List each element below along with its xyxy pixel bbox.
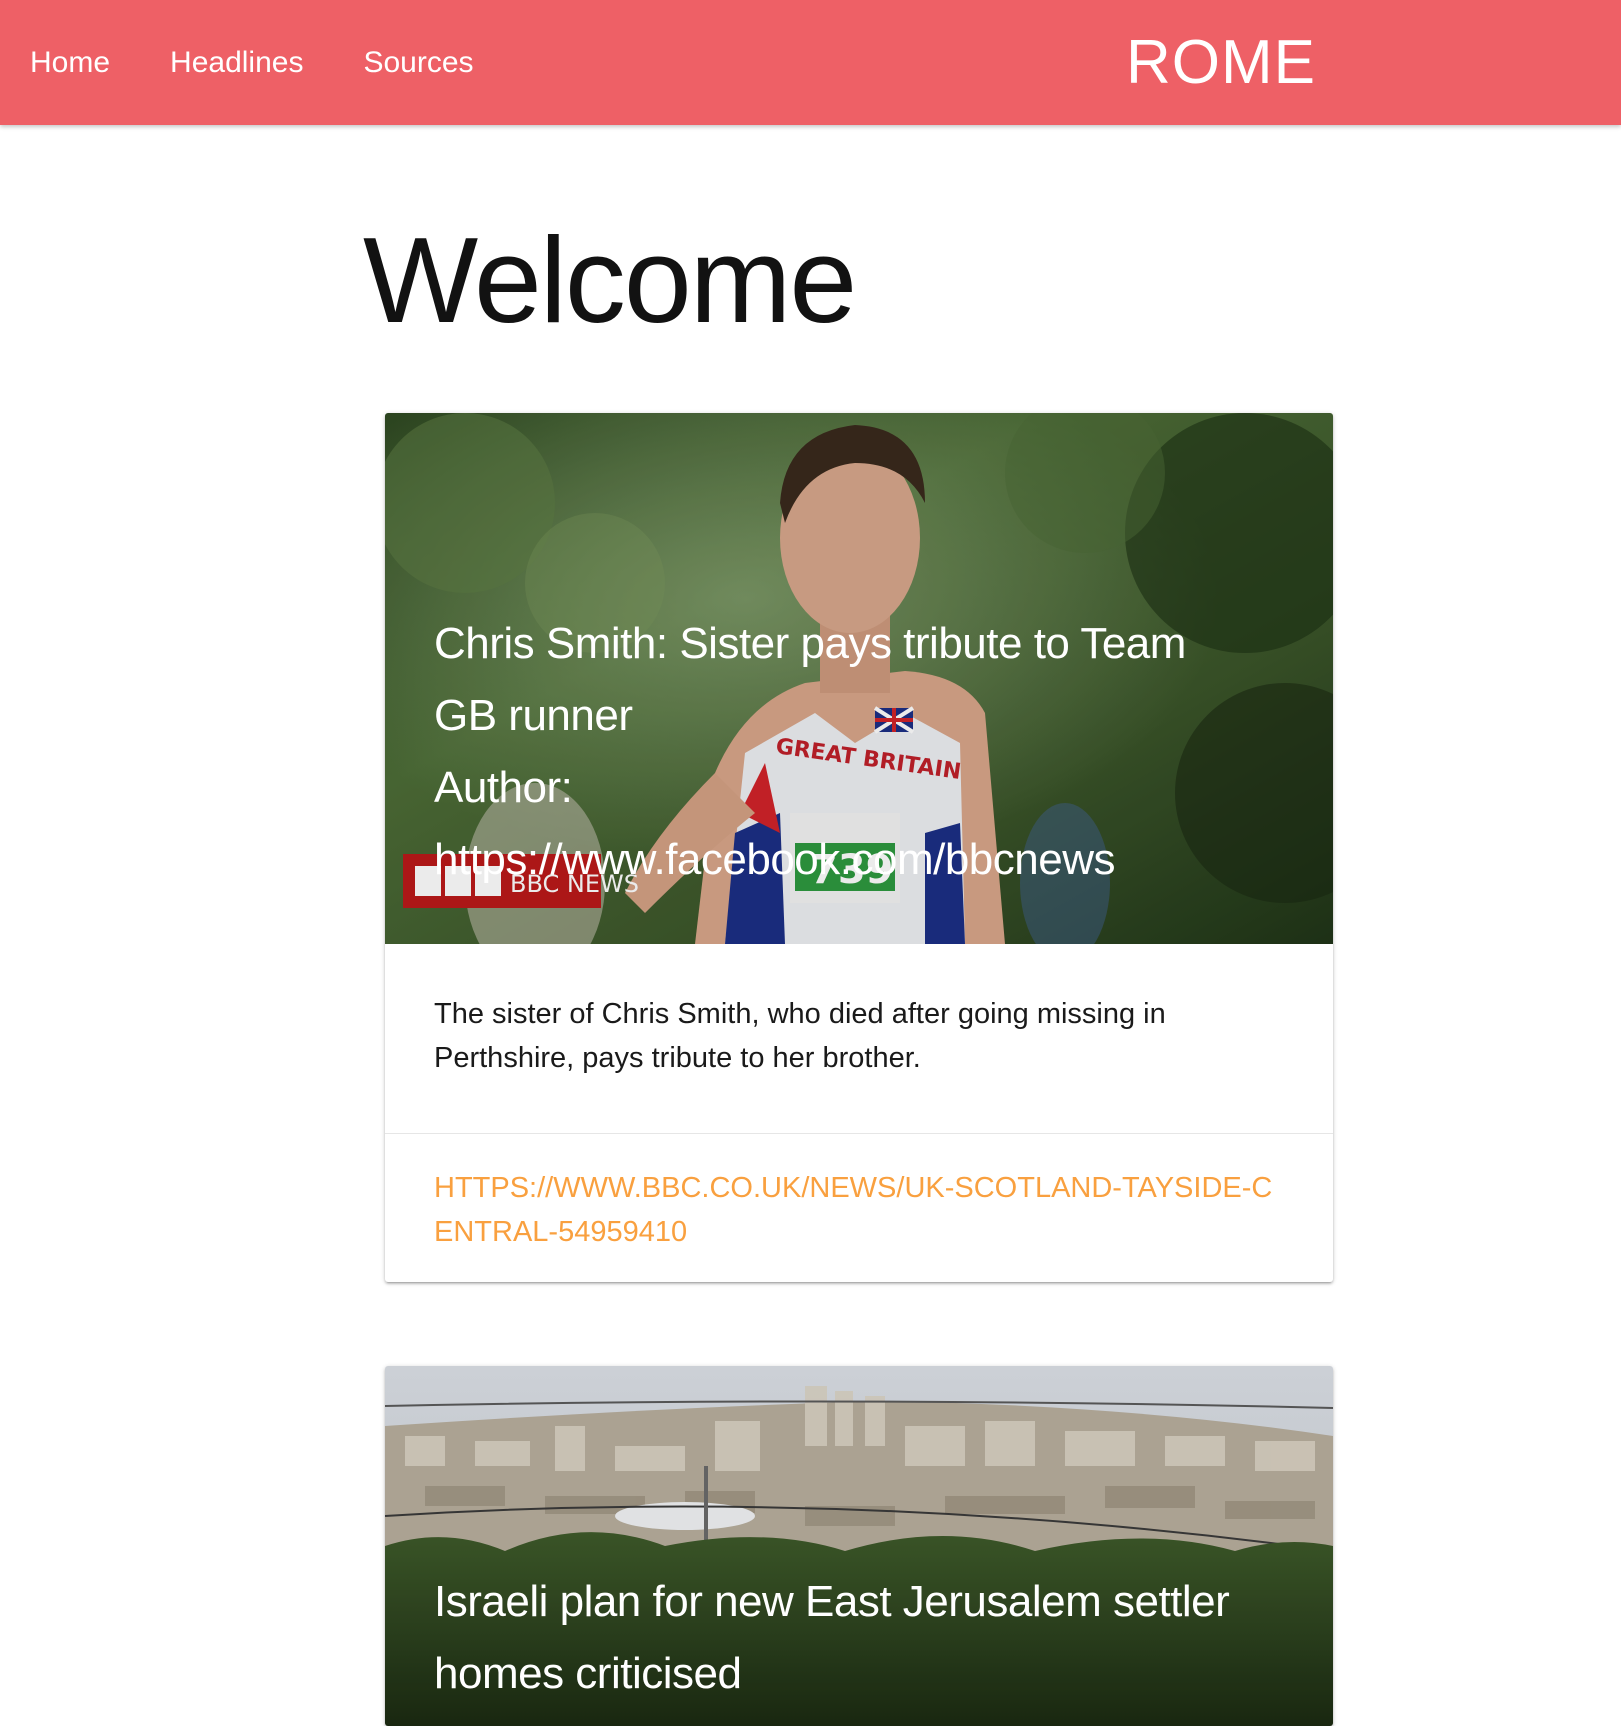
article-image: GREAT BRITAIN 739 BBC NEWS Chris Smith: … <box>385 413 1333 944</box>
nav-link-home[interactable]: Home <box>0 46 140 80</box>
article-card: GREAT BRITAIN 739 BBC NEWS Chris Smith: … <box>385 413 1333 1282</box>
article-description: The sister of Chris Smith, who died afte… <box>385 944 1333 1134</box>
article-image: Israeli plan for new East Jerusalem sett… <box>385 1366 1333 1726</box>
author-label: Author: <box>434 763 573 812</box>
article-title: Chris Smith: Sister pays tribute to Team… <box>434 608 1254 896</box>
brand-logo[interactable]: ROME <box>1126 0 1316 125</box>
top-navbar: Home Headlines Sources ROME <box>0 0 1621 125</box>
article-description-text: The sister of Chris Smith, who died afte… <box>434 998 1166 1074</box>
page-title: Welcome <box>363 212 857 348</box>
nav-links: Home Headlines Sources <box>0 0 504 125</box>
article-card: Israeli plan for new East Jerusalem sett… <box>385 1366 1333 1726</box>
article-title-text: Israeli plan for new East Jerusalem sett… <box>434 1577 1230 1698</box>
article-title-text: Chris Smith: Sister pays tribute to Team… <box>434 619 1186 740</box>
nav-link-sources[interactable]: Sources <box>333 46 503 80</box>
article-actions: https://www.bbc.co.uk/news/uk-scotland-t… <box>385 1134 1333 1282</box>
author-value: https://www.facebook.com/bbcnews <box>434 835 1116 884</box>
nav-link-headlines[interactable]: Headlines <box>140 46 333 80</box>
article-title: Israeli plan for new East Jerusalem sett… <box>434 1566 1254 1710</box>
article-link[interactable]: https://www.bbc.co.uk/news/uk-scotland-t… <box>434 1172 1272 1248</box>
